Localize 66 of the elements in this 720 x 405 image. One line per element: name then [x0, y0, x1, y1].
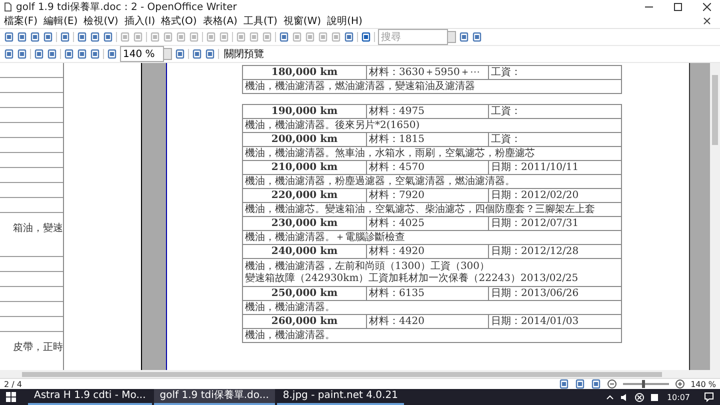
note-text: 機油，機油濾清器，粉塵過濾器，空氣濾清器，燃油濾清器。 [245, 176, 516, 188]
menu-item[interactable]: 檢視(V) [84, 14, 118, 28]
table-cell: 材料：4025 [366, 216, 488, 230]
table-cell: 箱油，變速 [0, 213, 63, 257]
note-text: 機油，機油濾清器。煞車油，水箱水，雨刷，空氣濾芯，粉塵濾芯 [245, 148, 536, 160]
table-cell: 材料：4975 [366, 104, 488, 118]
search-field[interactable]: 搜尋 [378, 29, 448, 45]
table-cell: 材料：4570 [366, 160, 488, 174]
table-cell: 日期：2012/12/28 [488, 244, 622, 258]
speaker-icon[interactable] [620, 392, 629, 402]
menu-item[interactable]: 檔案(F) [4, 14, 38, 28]
note-text: 機油，機油濾芯。變速箱油，空氣濾芯、柴油濾芯，四個防塵套？三腳架左上套 [245, 204, 596, 216]
menu-item[interactable]: 插入(I) [124, 14, 156, 28]
table-cell: 250,000 km [242, 286, 366, 300]
menu-item[interactable]: 格式(O) [161, 14, 197, 28]
note-text: 機油，機油濾清器，燃油濾清器，變速箱油及濾清器 [245, 80, 476, 92]
menu-item[interactable]: 工具(T) [243, 14, 278, 28]
note-text: 機油，機油濾清器。 [245, 330, 336, 342]
table-cell: 工資： [488, 104, 622, 118]
table-cell: 200,000 km [242, 132, 366, 146]
maximize-icon[interactable] [674, 3, 682, 11]
menu-item[interactable]: 編輯(E) [44, 14, 78, 28]
table-cell: 材料：4420 [366, 314, 488, 328]
table-cell: 日期：2011/10/11 [488, 160, 622, 174]
table-cell: 240,000 km [242, 244, 366, 258]
note-text: 機油，機油濾清器。 [245, 302, 336, 314]
table-cell: 日期：2013/06/26 [488, 286, 622, 300]
taskbar-button[interactable]: 8.jpg - paint.net 4.0.21 [276, 389, 404, 405]
vertical-scrollbar[interactable] [710, 63, 720, 370]
taskbar-button[interactable]: Astra H 1.9 cdti - Mo... [28, 389, 152, 405]
table-cell: 材料：7920 [366, 188, 488, 202]
start-icon[interactable] [6, 392, 16, 402]
note-text: 機油，機油濾清器，左前和尚頭（1300）工資（300） [245, 260, 491, 272]
table-cell: 220,000 km [242, 188, 366, 202]
table-cell: 日期：2014/01/03 [488, 314, 622, 328]
horizontal-scrollbar[interactable] [0, 370, 720, 378]
menu-item[interactable]: 表格(A) [202, 14, 238, 28]
table-cell: 日期：2012/07/31 [488, 216, 622, 230]
note-text: 變速箱故障（242930km）工資加耗材加一次保養（22243）2013/02/25 [245, 272, 580, 284]
table-cell: 材料：3630＋5950＋⋯ [366, 66, 488, 80]
table-cell: 260,000 km [242, 314, 366, 328]
table-cell: 180,000 km [242, 66, 366, 80]
table-cell: 日期：2012/02/20 [488, 188, 622, 202]
caret-icon[interactable] [606, 393, 614, 401]
table-cell: 230,000 km [242, 216, 366, 230]
zoom-field[interactable]: 140 % [120, 46, 164, 62]
window-title: golf 1.9 tdi保養單.doc : 2 - OpenOffice Writer [16, 0, 238, 14]
menu-item[interactable]: 視窗(W) [283, 14, 322, 28]
zoom-level: 140 % [690, 380, 716, 388]
close-document-icon[interactable] [702, 16, 712, 26]
table-cell: 工資： [488, 132, 622, 146]
table-cell: 材料：1815 [366, 132, 488, 146]
close-preview-button[interactable]: 關閉預覽 [222, 48, 266, 60]
clock: 10:07 [666, 392, 691, 402]
note-text: 機油，機油濾清器。後來另片*2(1650) [245, 120, 421, 132]
page-indicator: 2 / 4 [4, 380, 22, 388]
table-cell: 190,000 km [242, 104, 366, 118]
table-cell: 210,000 km [242, 160, 366, 174]
table-cell: 材料：4920 [366, 244, 488, 258]
table-cell: 工資： [488, 66, 622, 80]
close-icon[interactable] [703, 3, 711, 11]
taskbar-button[interactable]: golf 1.9 tdi保養單.do... [154, 389, 275, 405]
note-text: 機油，機油濾清器。＋電腦診斷檢查 [245, 232, 406, 244]
menu-item[interactable]: 說明(H) [327, 14, 362, 28]
table-cell: 材料：6135 [366, 286, 488, 300]
notification-icon[interactable] [704, 392, 714, 402]
